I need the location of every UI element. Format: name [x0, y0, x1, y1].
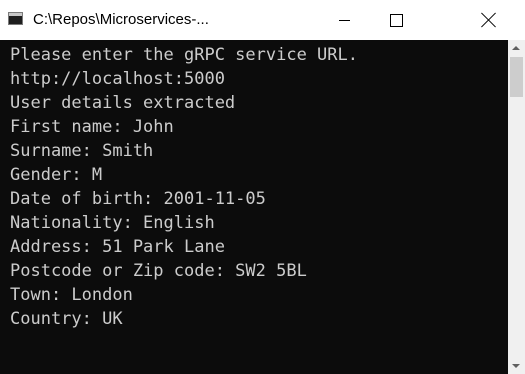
maximize-button[interactable] — [373, 0, 419, 40]
console-line: http://localhost:5000 — [10, 69, 225, 89]
console-line: Surname: Smith — [10, 141, 154, 161]
minimize-icon — [338, 19, 350, 21]
console-line: First name: John — [10, 117, 174, 137]
console-line: Nationality: English — [10, 213, 215, 233]
minimize-button[interactable] — [321, 0, 367, 40]
close-icon — [481, 12, 497, 28]
scroll-thumb[interactable] — [510, 57, 523, 97]
console-app-icon[interactable] — [8, 12, 23, 25]
console-output[interactable]: Please enter the gRPC service URL. http:… — [0, 40, 508, 374]
title-bar[interactable]: C:\Repos\Microservices-... — [0, 0, 525, 40]
vertical-scrollbar[interactable] — [508, 40, 525, 374]
maximize-icon — [389, 13, 403, 27]
window-title: C:\Repos\Microservices-... — [33, 11, 209, 28]
console-line: Country: UK — [10, 309, 123, 329]
console-line: User details extracted — [10, 93, 236, 113]
console-line: Address: 51 Park Lane — [10, 237, 225, 257]
console-window: C:\Repos\Microservices-... Please enter … — [0, 0, 525, 374]
console-line: Date of birth: 2001-11-05 — [10, 189, 266, 209]
console-line: Please enter the gRPC service URL. — [10, 45, 358, 65]
close-button[interactable] — [466, 0, 512, 40]
console-line: Postcode or Zip code: SW2 5BL — [10, 261, 307, 281]
scroll-down-arrow-icon[interactable] — [512, 364, 520, 368]
console-line: Town: London — [10, 285, 133, 305]
scroll-up-arrow-icon[interactable] — [512, 46, 520, 50]
console-line: Gender: M — [10, 165, 103, 185]
